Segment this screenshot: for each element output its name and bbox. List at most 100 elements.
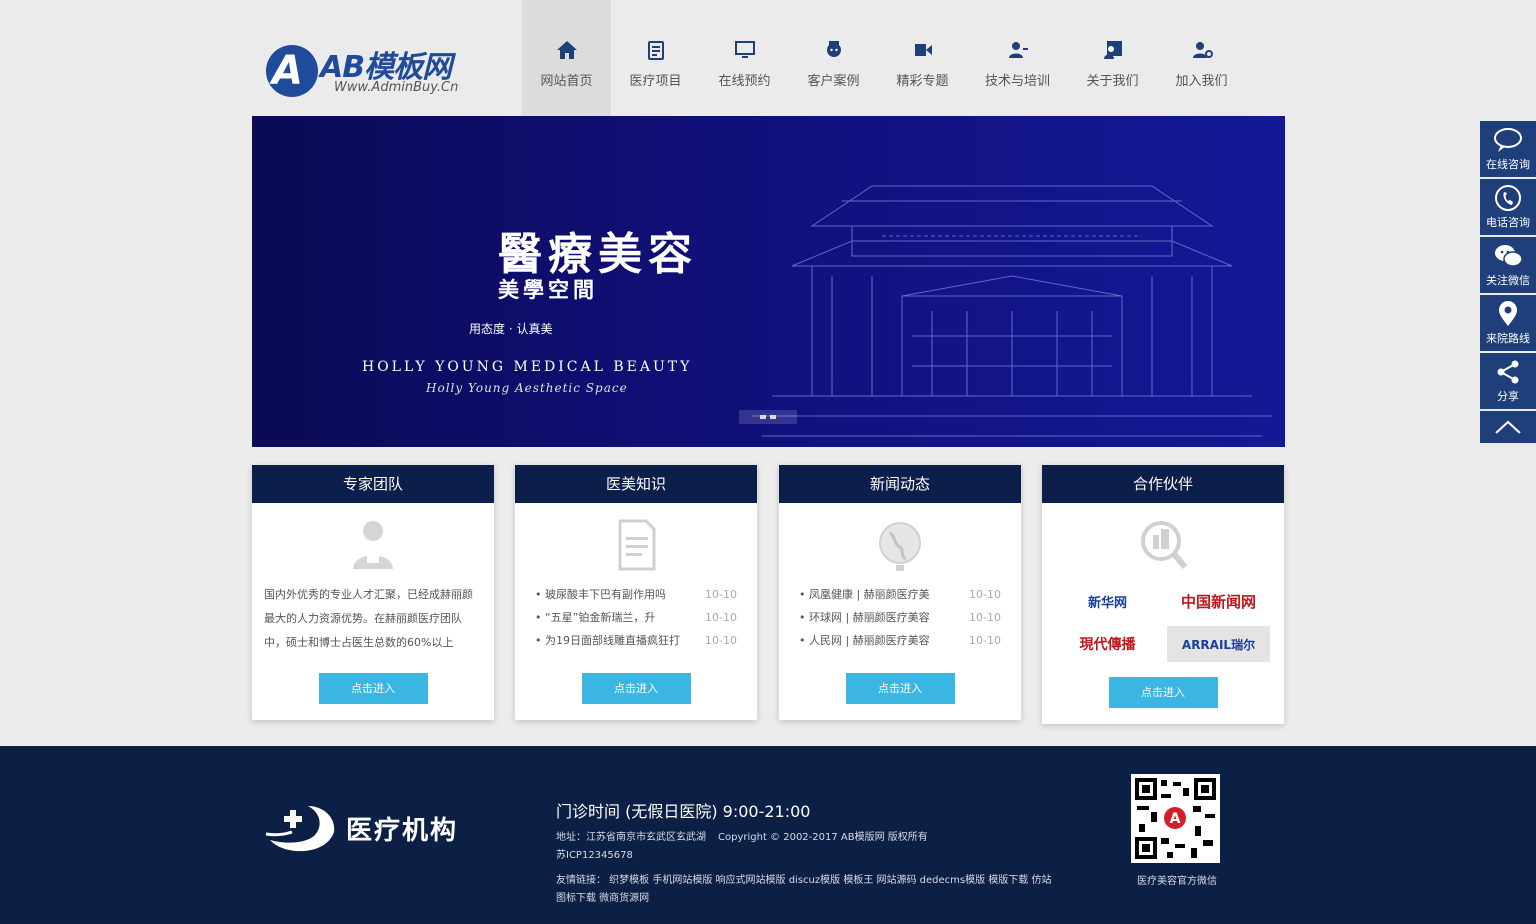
- partner-logo[interactable]: ARRAIL瑞尔: [1167, 626, 1270, 662]
- item-title[interactable]: • “五星”铂金新瑞兰，升: [535, 606, 655, 629]
- list-item[interactable]: • 为19日面部线雕直播疯狂打 10-10: [535, 629, 737, 652]
- item-date: 10-10: [705, 588, 737, 601]
- item-title[interactable]: • 玻尿酸丰下巴有副作用吗: [535, 583, 666, 606]
- qr-label: 医疗美容官方微信: [1137, 876, 1217, 887]
- icp-number: 苏ICP12345678: [556, 850, 633, 861]
- user-add-icon: [1192, 42, 1213, 58]
- logo-mark-icon: A: [266, 45, 318, 97]
- slider-dots: [739, 410, 797, 424]
- enter-button[interactable]: 点击进入: [581, 673, 691, 704]
- banner-english: HOLLY YOUNG MEDICAL BEAUTY: [362, 359, 693, 375]
- card-text: 国内外优秀的专业人才汇聚，已经成赫丽颜最大的人力资源优势。在赫丽颜医疗团队中，硕…: [264, 588, 473, 649]
- nav-item-about[interactable]: 关于我们: [1068, 0, 1157, 116]
- item-date: 10-10: [969, 588, 1001, 601]
- list-item[interactable]: • “五星”铂金新瑞兰，升 10-10: [535, 606, 737, 629]
- nav-item-topics[interactable]: 精彩专题: [878, 0, 967, 116]
- side-share[interactable]: 分享: [1480, 353, 1536, 409]
- card-knowledge: 医美知识 • 玻尿酸丰下巴有副作用吗 10-10 • “五星”铂金新瑞兰，升 10-…: [515, 465, 757, 720]
- banner-slogan: 用态度 · 认真美: [469, 322, 553, 336]
- side-label: 电话咨询: [1486, 216, 1530, 229]
- nav-label: 医疗项目: [629, 74, 682, 89]
- item-title[interactable]: • 为19日面部线雕直播疯狂打: [535, 629, 680, 652]
- nav-item-join[interactable]: 加入我们: [1157, 0, 1246, 116]
- banner-title: 醫療美容: [498, 229, 698, 280]
- qr-code: A: [1131, 774, 1220, 863]
- document-icon: [618, 519, 656, 571]
- list-item[interactable]: • 人民网 | 赫丽颜医疗美容 10-10: [799, 629, 1001, 652]
- slider-dot[interactable]: [770, 415, 776, 419]
- site-logo[interactable]: A AB模板网 Www.AdminBuy.Cn: [262, 40, 492, 100]
- item-date: 10-10: [705, 611, 737, 624]
- person-icon: [353, 521, 393, 569]
- friend-links[interactable]: 友情链接： 织梦模板 手机网站模版 响应式网站模版 discuz模版 模板王 网…: [556, 872, 1061, 908]
- user-card-icon: [1103, 41, 1122, 59]
- partner-logo[interactable]: 現代傳播: [1056, 626, 1159, 662]
- nav-item-booking[interactable]: 在线预约: [700, 0, 789, 116]
- chevron-up-icon: [1495, 420, 1521, 434]
- banner-english-sub: Holly Young Aesthetic Space: [426, 381, 628, 395]
- footer: 医疗机构 门诊时间 (无假日医院) 9:00-21:00 地址：江苏省南京市玄武…: [0, 746, 1536, 924]
- side-phone-consult[interactable]: 电话咨询: [1480, 179, 1536, 235]
- item-date: 10-10: [969, 611, 1001, 624]
- item-title[interactable]: • 凤凰健康 | 赫丽颜医疗美: [799, 583, 930, 606]
- phone-icon: [1495, 185, 1521, 211]
- nav-label: 客户案例: [807, 74, 860, 89]
- item-date: 10-10: [969, 634, 1001, 647]
- nav-label: 精彩专题: [896, 74, 949, 89]
- enter-button[interactable]: 点击进入: [845, 673, 955, 704]
- logo-subtitle: Www.AdminBuy.Cn: [334, 80, 459, 95]
- side-label: 在线咨询: [1486, 158, 1530, 171]
- home-icon: [556, 41, 577, 59]
- card-news: 新闻动态 • 凤凰健康 | 赫丽颜医疗美 10-10 • 环球网 | 赫丽颜医疗美…: [779, 465, 1021, 720]
- wechat-icon: [1495, 245, 1523, 267]
- video-icon: [914, 44, 932, 56]
- location-icon: [1499, 301, 1517, 326]
- nav-label: 技术与培训: [984, 74, 1050, 89]
- share-icon: [1497, 360, 1519, 384]
- nav-item-projects[interactable]: 医疗项目: [611, 0, 700, 116]
- nav-item-training[interactable]: 技术与培训: [967, 0, 1068, 116]
- copyright: Copyright © 2002-2017 AB模版网 版权所有: [718, 832, 928, 843]
- side-directions[interactable]: 来院路线: [1480, 295, 1536, 351]
- main-nav: 网站首页 医疗项目 在线预约 客户案例 精彩专题 技术与培训 关于我们 加入我们: [522, 0, 1246, 116]
- nav-item-home[interactable]: 网站首页: [522, 0, 611, 116]
- opening-hours: 门诊时间 (无假日医院) 9:00-21:00: [556, 802, 811, 821]
- side-toolbar: 在线咨询 电话咨询 关注微信 来院路线 分享: [1480, 121, 1536, 443]
- chat-icon: [1494, 128, 1522, 152]
- enter-button[interactable]: 点击进入: [1108, 677, 1218, 708]
- back-to-top-button[interactable]: [1480, 411, 1536, 443]
- card-title: 合作伙伴: [1042, 465, 1284, 503]
- partner-logo[interactable]: 新华网: [1056, 583, 1159, 619]
- nav-label: 关于我们: [1086, 74, 1139, 89]
- enter-button[interactable]: 点击进入: [318, 673, 428, 704]
- slider-dot[interactable]: [760, 415, 766, 419]
- nav-item-cases[interactable]: 客户案例: [789, 0, 878, 116]
- list-item[interactable]: • 环球网 | 赫丽颜医疗美容 10-10: [799, 606, 1001, 629]
- card-experts: 专家团队 国内外优秀的专业人才汇聚，已经成赫丽颜最大的人力资源优势。在赫丽颜医疗…: [252, 465, 494, 720]
- gate-illustration: [752, 185, 1272, 437]
- partner-logos: 新华网 中国新闻网 現代傳播 ARRAIL瑞尔: [1042, 583, 1284, 665]
- card-partners: 合作伙伴 新华网 中国新闻网 現代傳播 ARRAIL瑞尔 点击进入: [1042, 465, 1284, 724]
- hero-banner[interactable]: 醫療美容 美學空間 用态度 · 认真美 HOLLY YOUNG MEDICAL …: [252, 116, 1285, 447]
- side-wechat[interactable]: 关注微信: [1480, 237, 1536, 293]
- footer-logo: 医疗机构: [264, 798, 504, 858]
- side-label: 关注微信: [1486, 274, 1530, 287]
- magnifier-icon: [1141, 521, 1188, 569]
- user-training-icon: [1008, 42, 1028, 58]
- card-title: 专家团队: [252, 465, 494, 503]
- news-list: • 凤凰健康 | 赫丽颜医疗美 10-10 • 环球网 | 赫丽颜医疗美容 10-1…: [779, 583, 1021, 661]
- content-band: [0, 447, 1536, 746]
- item-title[interactable]: • 人民网 | 赫丽颜医疗美容: [799, 629, 930, 652]
- side-label: 来院路线: [1486, 332, 1530, 345]
- card-title: 新闻动态: [779, 465, 1021, 503]
- list-item[interactable]: • 玻尿酸丰下巴有副作用吗 10-10: [535, 583, 737, 606]
- list-item[interactable]: • 凤凰健康 | 赫丽颜医疗美 10-10: [799, 583, 1001, 606]
- nav-label: 在线预约: [718, 74, 771, 89]
- item-title[interactable]: • 环球网 | 赫丽颜医疗美容: [799, 606, 930, 629]
- card-title: 医美知识: [515, 465, 757, 503]
- item-date: 10-10: [705, 634, 737, 647]
- partner-logo[interactable]: 中国新闻网: [1167, 583, 1270, 619]
- nurse-icon: [826, 41, 841, 57]
- side-online-consult[interactable]: 在线咨询: [1480, 121, 1536, 177]
- address: 地址：江苏省南京市玄武区玄武湖: [556, 832, 706, 843]
